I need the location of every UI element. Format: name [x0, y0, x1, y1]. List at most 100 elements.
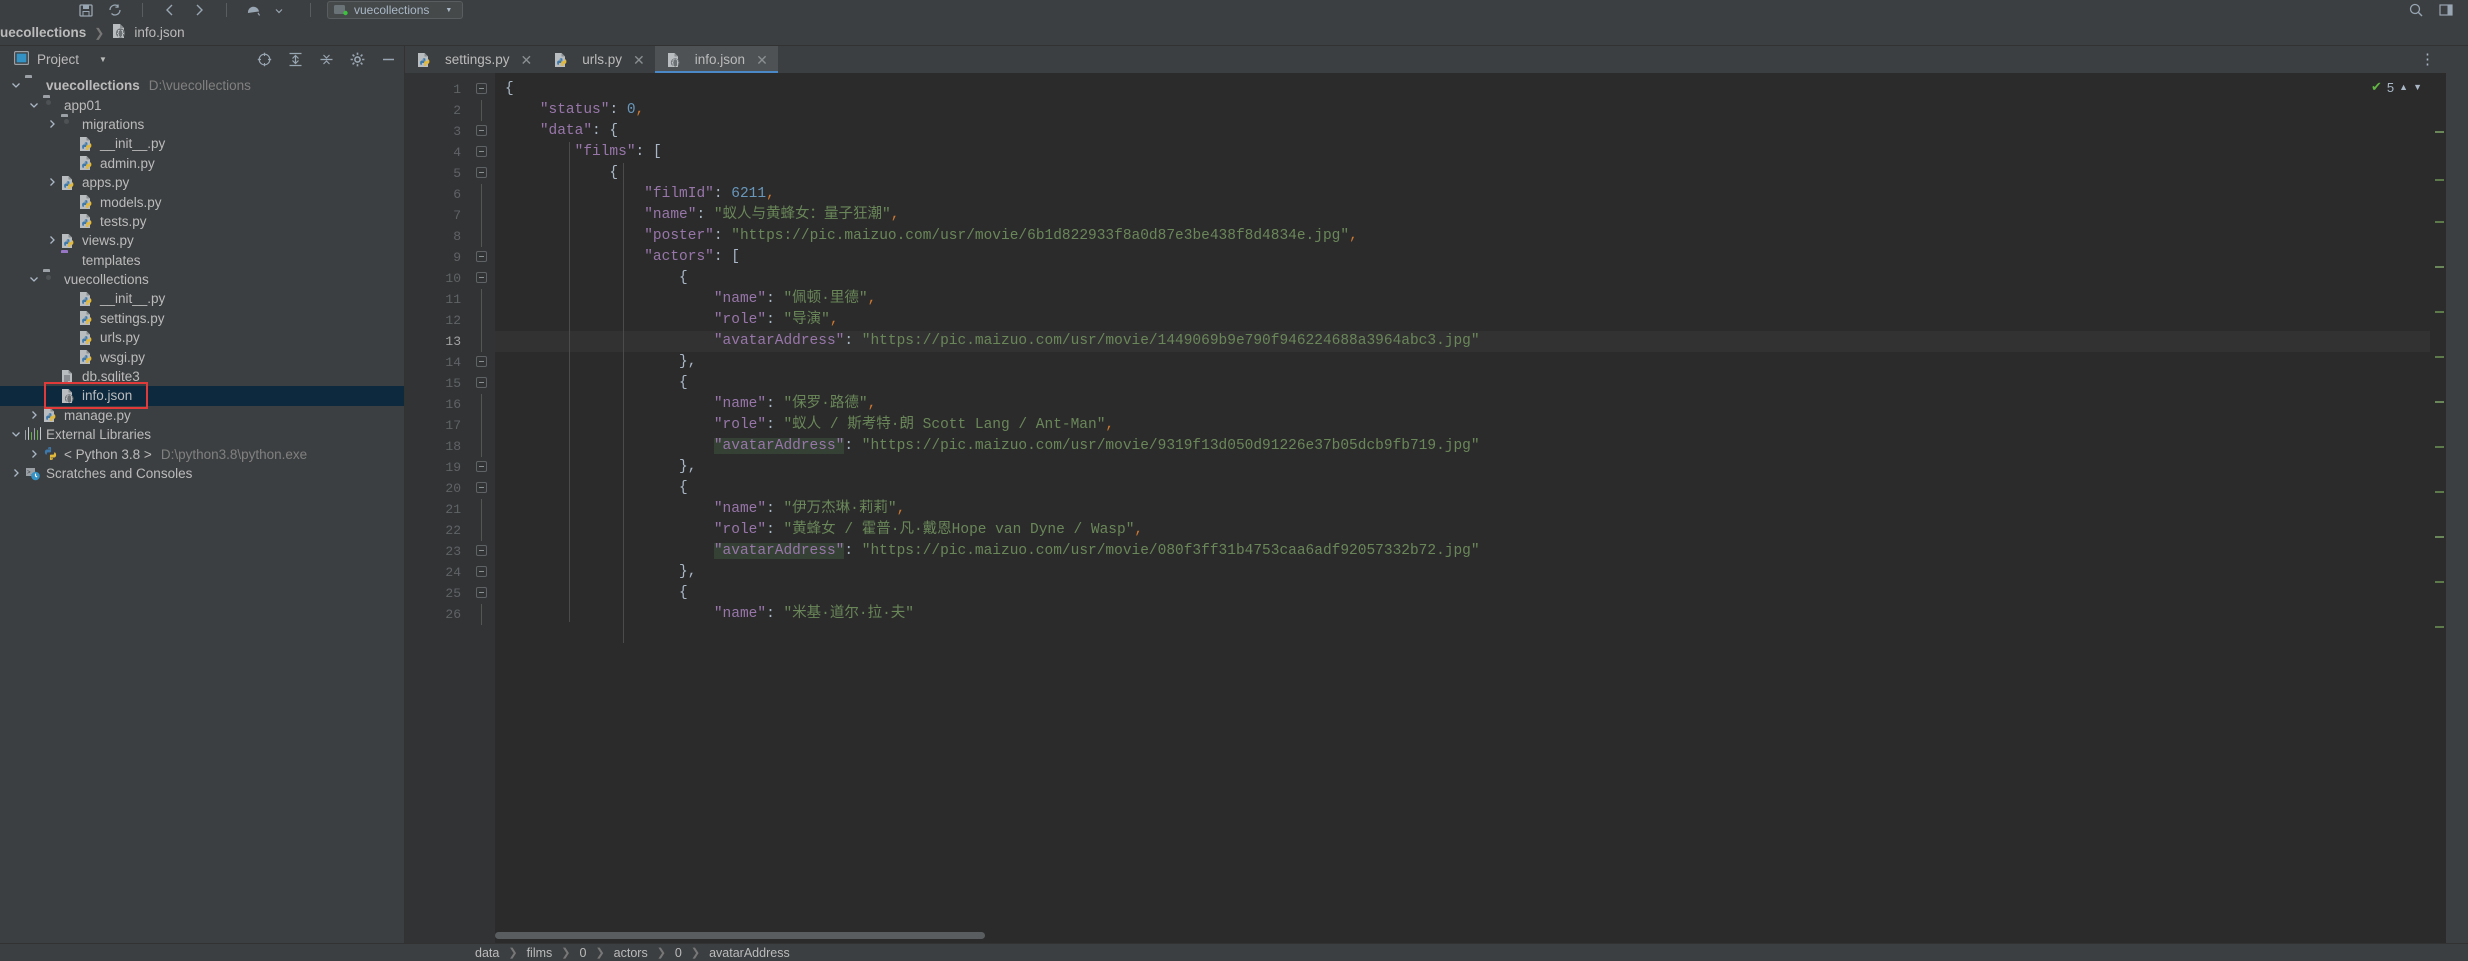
fold-slot[interactable]	[471, 247, 495, 268]
fold-slot[interactable]	[471, 583, 495, 604]
chevron-down-icon[interactable]: ▼	[445, 7, 452, 14]
code-line[interactable]: {	[495, 268, 2430, 289]
fold-slot[interactable]	[471, 415, 495, 436]
sync-icon[interactable]	[107, 2, 123, 18]
inspection-rail[interactable]	[2430, 73, 2446, 943]
fold-toggle-icon[interactable]	[476, 587, 487, 598]
tree-node-vuecollections[interactable]: vuecollections	[0, 270, 404, 289]
fold-slot[interactable]	[471, 79, 495, 100]
code-folding-column[interactable]	[471, 73, 495, 943]
code-line[interactable]: "avatarAddress": "https://pic.maizuo.com…	[495, 331, 2430, 352]
tree-node-info-json[interactable]: {} info.json	[0, 386, 404, 406]
chevron-down-icon[interactable]: ▼	[2413, 82, 2422, 92]
code-content[interactable]: { "status": 0, "data": { "films": [ { "f…	[495, 73, 2430, 943]
collapse-all-icon[interactable]	[319, 52, 334, 67]
fold-toggle-icon[interactable]	[476, 545, 487, 556]
fold-toggle-icon[interactable]	[476, 482, 487, 493]
vcs-update-icon[interactable]	[246, 2, 262, 18]
code-line[interactable]: },	[495, 457, 2430, 478]
tree-node-apps-py[interactable]: apps.py	[0, 173, 404, 192]
close-icon[interactable]: ✕	[756, 53, 768, 67]
tree-node-init-py[interactable]: __init__.py	[0, 289, 404, 308]
fold-toggle-icon[interactable]	[476, 167, 487, 178]
locate-icon[interactable]	[257, 52, 272, 67]
code-editor[interactable]: 1 2 3 4 5 6 7 8 9 10 11 12 13 14 15 16 17 18 19 20 21 22 23 24 2…	[405, 73, 2446, 943]
fold-toggle-icon[interactable]	[476, 125, 487, 136]
tree-node-vuecollections[interactable]: vuecollections D:\vuecollections	[0, 76, 404, 95]
close-icon[interactable]: ✕	[521, 53, 533, 67]
code-line[interactable]: {	[495, 79, 2430, 100]
fold-slot[interactable]	[471, 457, 495, 478]
tree-toggle-right-icon[interactable]	[28, 409, 41, 422]
fold-slot[interactable]	[471, 310, 495, 331]
tree-node-views-py[interactable]: views.py	[0, 231, 404, 250]
code-line[interactable]: },	[495, 352, 2430, 373]
code-line[interactable]: "role": "黄蜂女 / 霍普·凡·戴恩Hope van Dyne / Wa…	[495, 520, 2430, 541]
code-line[interactable]: "avatarAddress": "https://pic.maizuo.com…	[495, 436, 2430, 457]
tree-node-app01[interactable]: app01	[0, 95, 404, 114]
chevron-up-icon[interactable]: ▲	[2399, 82, 2408, 92]
code-line[interactable]: "status": 0,	[495, 100, 2430, 121]
layout-icon[interactable]	[2438, 2, 2454, 18]
code-line[interactable]: "name": "米基·道尔·拉·夫"	[495, 604, 2430, 625]
code-line[interactable]: "name": "保罗·路德",	[495, 394, 2430, 415]
fold-slot[interactable]	[471, 331, 495, 352]
breadcrumb-segment[interactable]: 0	[675, 946, 682, 960]
horizontal-scrollbar[interactable]	[495, 932, 985, 939]
tree-toggle-right-icon[interactable]	[10, 467, 23, 480]
fold-toggle-icon[interactable]	[476, 566, 487, 577]
tree-node-urls-py[interactable]: urls.py	[0, 328, 404, 347]
fold-slot[interactable]	[471, 289, 495, 310]
fold-toggle-icon[interactable]	[476, 272, 487, 283]
tree-node-scratches-and-consoles[interactable]: >_ Scratches and Consoles	[0, 464, 404, 483]
fold-toggle-icon[interactable]	[476, 377, 487, 388]
fold-slot[interactable]	[471, 226, 495, 247]
fold-slot[interactable]	[471, 184, 495, 205]
project-tree[interactable]: vuecollections D:\vuecollections app01 migr…	[0, 72, 404, 943]
search-icon[interactable]	[2408, 2, 2424, 18]
tree-node-db-sqlite3[interactable]: db.sqlite3	[0, 367, 404, 386]
code-line[interactable]: },	[495, 562, 2430, 583]
breadcrumb-project[interactable]: uecollections	[0, 25, 86, 40]
tree-node-init-py[interactable]: __init__.py	[0, 134, 404, 153]
fold-slot[interactable]	[471, 163, 495, 184]
tree-node-settings-py[interactable]: settings.py	[0, 309, 404, 328]
code-line[interactable]: "name": "蚁人与黄蜂女：量子狂潮",	[495, 205, 2430, 226]
tree-node-migrations[interactable]: migrations	[0, 115, 404, 134]
chevron-down-icon[interactable]: ▼	[99, 55, 107, 64]
more-options-icon[interactable]: ⋮	[2420, 52, 2436, 67]
code-line[interactable]: {	[495, 163, 2430, 184]
tree-toggle-right-icon[interactable]	[28, 448, 41, 461]
fold-slot[interactable]	[471, 394, 495, 415]
close-icon[interactable]: ✕	[633, 53, 645, 67]
tree-node-wsgi-py[interactable]: wsgi.py	[0, 347, 404, 366]
fold-slot[interactable]	[471, 352, 495, 373]
fold-slot[interactable]	[471, 478, 495, 499]
tree-toggle-right-icon[interactable]	[46, 176, 59, 189]
breadcrumb-segment[interactable]: films	[527, 946, 553, 960]
tree-node-tests-py[interactable]: tests.py	[0, 212, 404, 231]
editor-tab-urls-py[interactable]: urls.py ✕	[542, 46, 655, 73]
fold-slot[interactable]	[471, 373, 495, 394]
editor-tab-options[interactable]: ⋮	[2420, 46, 2446, 73]
inspection-status[interactable]: ✔ 5 ▲ ▼	[2371, 79, 2422, 95]
tree-toggle-down-icon[interactable]	[28, 99, 41, 112]
fold-toggle-icon[interactable]	[476, 356, 487, 367]
tree-node-manage-py[interactable]: manage.py	[0, 406, 404, 425]
code-line[interactable]: {	[495, 583, 2430, 604]
fold-slot[interactable]	[471, 436, 495, 457]
fold-slot[interactable]	[471, 562, 495, 583]
editor-tab-info-json[interactable]: {} info.json ✕	[654, 46, 778, 73]
hide-panel-icon[interactable]	[381, 52, 396, 67]
code-line[interactable]: {	[495, 373, 2430, 394]
code-line[interactable]: "filmId": 6211,	[495, 184, 2430, 205]
code-line[interactable]: "role": "蚁人 / 斯考特·朗 Scott Lang / Ant-Man…	[495, 415, 2430, 436]
code-line[interactable]: "avatarAddress": "https://pic.maizuo.com…	[495, 541, 2430, 562]
breadcrumb-segment[interactable]: actors	[614, 946, 648, 960]
tree-toggle-right-icon[interactable]	[46, 234, 59, 247]
save-icon[interactable]	[78, 2, 94, 18]
vcs-chevron-icon[interactable]	[275, 2, 291, 18]
editor-tabbar[interactable]: settings.py ✕ urls.py ✕ {} info.json ✕ ⋮	[405, 46, 2446, 73]
code-line[interactable]: "role": "导演",	[495, 310, 2430, 331]
fold-toggle-icon[interactable]	[476, 146, 487, 157]
